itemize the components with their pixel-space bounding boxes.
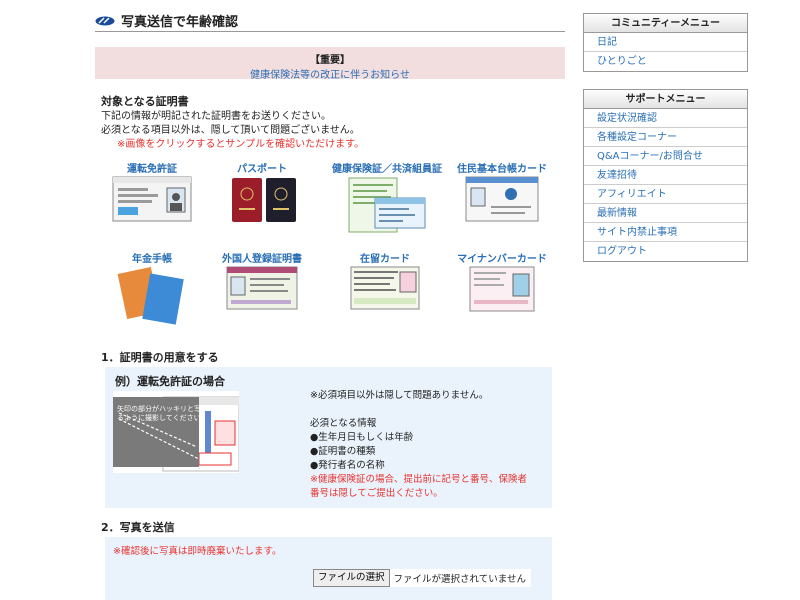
intro-line: 必須となる項目以外は、隠して頂いて問題ございません。	[101, 125, 360, 136]
menu-item-settings-status[interactable]: 設定状況確認	[584, 109, 747, 128]
card-alien-registration[interactable]: 外国人登録証明書	[207, 250, 317, 313]
support-menu-heading: サポートメニュー	[584, 90, 747, 109]
health-insurance-card-image[interactable]	[347, 176, 427, 234]
card-label: 健康保険証／共済組員証	[332, 164, 442, 175]
intro-line: 下記の情報が明記された証明書をお送りください。	[101, 111, 331, 122]
card-label: 外国人登録証明書	[222, 254, 302, 265]
card-label: 年金手帳	[132, 254, 172, 265]
step2-box: ※確認後に写真は即時廃棄いたします。 ファイルの選択 ファイルが選択されていませ…	[105, 537, 552, 600]
resident-registry-card-image[interactable]	[465, 176, 539, 222]
residence-card-image[interactable]	[350, 266, 420, 310]
menu-item-logout[interactable]: ログアウト	[584, 242, 747, 261]
required-item: ●生年月日もしくは年齢	[310, 432, 414, 443]
card-health-insurance[interactable]: 健康保険証／共済組員証	[326, 160, 448, 237]
menu-item-prohibited[interactable]: サイト内禁止事項	[584, 223, 747, 242]
notice-link[interactable]: 健康保険法等の改正に伴うお知らせ	[95, 66, 565, 81]
section-title: 対象となる証明書	[101, 95, 189, 108]
card-mynumber[interactable]: マイナンバーカード	[447, 250, 557, 315]
step1-box: 例）運転免許証の場合 矢印の部分がハッキリと写るように撮影してください ※必須項…	[105, 367, 552, 508]
example-title: 例）運転免許証の場合	[115, 375, 225, 388]
example-note: ※必須項目以外は隠して問題ありません。	[310, 390, 489, 401]
card-label: 住民基本台帳カード	[457, 164, 547, 175]
card-label: マイナンバーカード	[457, 254, 547, 265]
menu-item-diary[interactable]: 日記	[584, 33, 747, 52]
menu-item-settings-corner[interactable]: 各種設定コーナー	[584, 128, 747, 147]
step1-title: 1．証明書の用意をする	[101, 351, 219, 364]
file-status: ファイルが選択されていません	[393, 574, 526, 585]
required-item: ●証明書の種類	[310, 446, 376, 457]
card-drivers-license[interactable]: 運転免許証	[97, 160, 207, 225]
warning-line: 番号は隠してご提出ください。	[310, 488, 443, 499]
notice-box: 【重要】 健康保険法等の改正に伴うお知らせ	[95, 47, 565, 81]
menu-item-affiliate[interactable]: アフィリエイト	[584, 185, 747, 204]
card-pension-book[interactable]: 年金手帳	[97, 250, 207, 331]
passport-image[interactable]	[222, 176, 302, 224]
card-passport[interactable]: パスポート	[207, 160, 317, 227]
menu-item-faq[interactable]: Q&Aコーナー/お問合せ	[584, 147, 747, 166]
step2-title: 2．写真を送信	[101, 521, 175, 534]
menu-item-news[interactable]: 最新情報	[584, 204, 747, 223]
community-menu-heading: コミュニティーメニュー	[584, 14, 747, 33]
card-residence-card[interactable]: 在留カード	[330, 250, 440, 313]
license-sample-photo	[113, 391, 240, 473]
file-select-button[interactable]: ファイルの選択	[313, 569, 390, 587]
support-menu: サポートメニュー 設定状況確認 各種設定コーナー Q&Aコーナー/お問合せ 友達…	[583, 89, 748, 262]
photo-caption: 矢印の部分がハッキリと写るように撮影してください	[117, 405, 201, 422]
card-label: 運転免許証	[127, 164, 177, 175]
page-title-bar: 写真送信で年齢確認	[95, 10, 565, 32]
pension-book-image[interactable]	[112, 266, 192, 328]
intro-text: 下記の情報が明記された証明書をお送りください。 必須となる項目以外は、隠して頂い…	[101, 110, 364, 152]
alien-registration-image[interactable]	[226, 266, 298, 310]
intro-note: ※画像をクリックするとサンプルを確認いただけます。	[117, 139, 365, 150]
menu-item-invite[interactable]: 友達招待	[584, 166, 747, 185]
warning-line: ※健康保険証の場合、提出前に記号と番号、保険者	[310, 474, 527, 485]
page-title: 写真送信で年齢確認	[121, 15, 239, 30]
community-menu: コミュニティーメニュー 日記 ひとりごと	[583, 13, 748, 72]
file-input[interactable]: ファイルの選択 ファイルが選択されていません	[313, 569, 531, 587]
step2-note: ※確認後に写真は即時廃棄いたします。	[113, 546, 282, 557]
example-info: ※必須項目以外は隠して問題ありません。 必須となる情報 ●生年月日もしくは年齢 …	[310, 389, 527, 501]
menu-item-hitorigoto[interactable]: ひとりごと	[584, 52, 747, 71]
notice-heading: 【重要】	[310, 55, 350, 66]
license-sample-image	[113, 391, 240, 473]
brand-logo-icon	[95, 16, 115, 25]
card-resident-registry[interactable]: 住民基本台帳カード	[447, 160, 557, 225]
required-item: ●発行者名の名称	[310, 460, 385, 471]
drivers-license-image[interactable]	[112, 176, 192, 222]
card-label: パスポート	[237, 164, 287, 175]
mynumber-card-image[interactable]	[469, 266, 535, 312]
required-heading: 必須となる情報	[310, 418, 377, 429]
card-label: 在留カード	[360, 254, 410, 265]
